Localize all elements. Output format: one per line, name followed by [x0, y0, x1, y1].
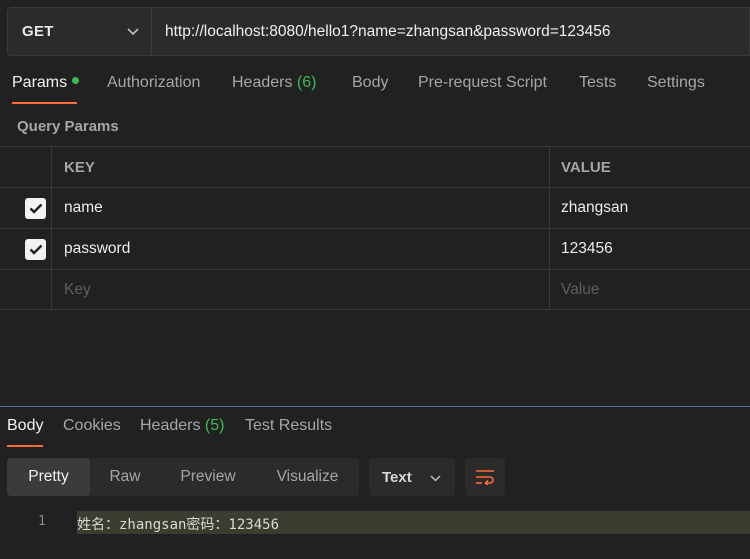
tab-settings[interactable]: Settings: [647, 74, 705, 92]
tab-headers-count: (6): [296, 74, 317, 91]
tab-response-body[interactable]: Body: [7, 417, 43, 435]
response-body-text[interactable]: 姓名：zhangsan密码：123456: [77, 514, 279, 534]
params-active-dot: [72, 77, 80, 85]
tab-response-body-label: Body: [7, 417, 44, 434]
new-param-row: Key Value: [0, 269, 750, 310]
table-row: password 123456: [0, 228, 750, 269]
method-select[interactable]: GET: [7, 7, 152, 56]
query-params-title: Query Params: [17, 118, 119, 135]
param-checkbox[interactable]: [25, 198, 46, 219]
checkbox-cell: [0, 229, 52, 269]
table-row: name zhangsan: [0, 187, 750, 228]
view-pretty-button[interactable]: Pretty: [7, 458, 90, 496]
tab-pre-request-script[interactable]: Pre-request Script: [418, 74, 547, 92]
view-mode-selector: Pretty Raw Preview Visualize: [7, 458, 359, 496]
param-checkbox[interactable]: [25, 239, 46, 260]
tab-response-headers[interactable]: Headers (5): [140, 417, 224, 435]
tab-params[interactable]: Params: [12, 74, 80, 92]
wrap-lines-icon: [476, 470, 494, 485]
method-label: GET: [22, 23, 54, 40]
tab-tests-label: Tests: [579, 74, 617, 91]
view-preview-button[interactable]: Preview: [160, 458, 256, 496]
format-select[interactable]: Text: [369, 458, 455, 496]
checkbox-column-header: [0, 147, 52, 187]
active-tab-indicator: [12, 102, 77, 104]
response-tabs: Body Cookies Headers (5) Test Results: [0, 417, 750, 449]
new-key-input[interactable]: Key: [53, 270, 550, 309]
checkmark-icon: [29, 203, 42, 214]
tab-pre-request-script-label: Pre-request Script: [418, 74, 547, 91]
query-params-table: KEY VALUE name zhangsan password 123456 …: [0, 146, 750, 310]
tab-headers-label: Headers: [232, 74, 297, 91]
value-column-header: VALUE: [561, 158, 611, 176]
checkmark-icon: [29, 244, 42, 255]
request-tabs: Params Authorization Headers (6) Body Pr…: [0, 74, 750, 106]
tab-body-label: Body: [352, 74, 389, 91]
param-value-cell[interactable]: zhangsan: [551, 188, 750, 228]
active-response-tab-indicator: [7, 445, 43, 447]
tab-authorization-label: Authorization: [107, 74, 201, 91]
table-header-row: KEY VALUE: [0, 146, 750, 187]
checkbox-cell: [0, 188, 52, 228]
tab-tests[interactable]: Tests: [579, 74, 616, 92]
pane-resize-divider[interactable]: [0, 406, 750, 407]
tab-response-headers-count: (5): [204, 417, 225, 434]
format-label: Text: [382, 468, 412, 486]
tab-cookies-label: Cookies: [63, 417, 121, 434]
line-number: 1: [38, 514, 46, 529]
tab-test-results[interactable]: Test Results: [245, 417, 332, 435]
new-value-input[interactable]: Value: [551, 270, 750, 309]
chevron-down-icon: [430, 469, 441, 486]
tab-response-headers-label: Headers: [140, 417, 205, 434]
view-visualize-button[interactable]: Visualize: [256, 458, 359, 496]
view-raw-button[interactable]: Raw: [90, 458, 160, 496]
param-value-cell[interactable]: 123456: [551, 229, 750, 269]
tab-params-label: Params: [12, 74, 68, 91]
tab-authorization[interactable]: Authorization: [107, 74, 200, 92]
url-input[interactable]: http://localhost:8080/hello1?name=zhangs…: [152, 7, 750, 56]
chevron-down-icon: [127, 23, 139, 41]
param-key-cell[interactable]: name: [53, 188, 550, 228]
checkbox-cell: [0, 270, 52, 309]
tab-headers[interactable]: Headers (6): [232, 74, 316, 92]
key-column-header: KEY: [53, 147, 550, 187]
tab-cookies[interactable]: Cookies: [63, 417, 121, 435]
tab-body[interactable]: Body: [352, 74, 388, 92]
request-bar: GET http://localhost:8080/hello1?name=zh…: [7, 7, 750, 56]
param-key-cell[interactable]: password: [53, 229, 550, 269]
tab-test-results-label: Test Results: [245, 417, 333, 434]
tab-settings-label: Settings: [647, 74, 705, 91]
wrap-lines-button[interactable]: [465, 458, 505, 496]
